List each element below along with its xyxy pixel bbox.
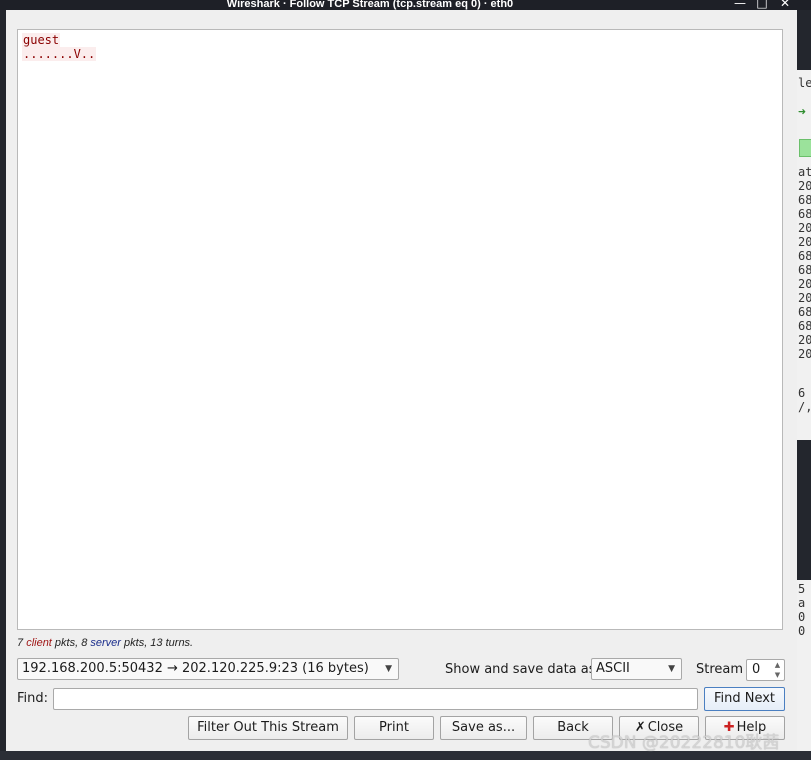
bg-text: 6 <box>798 386 806 400</box>
spin-up-icon[interactable]: ▲ <box>772 660 783 670</box>
arrow-right-icon: ➜ <box>798 105 806 120</box>
title-bar: Wireshark · Follow TCP Stream (tcp.strea… <box>0 0 811 10</box>
stream-number-label: Stream <box>696 662 744 677</box>
bg-text: 20 <box>798 221 811 235</box>
bg-text: at <box>798 165 811 179</box>
bg-text: 20 <box>798 291 811 305</box>
bg-text: a <box>798 596 806 610</box>
bg-text: 20 <box>798 179 811 193</box>
client-label: client <box>26 637 52 649</box>
bg-text: 68 <box>798 193 811 207</box>
stream-chunk-text: .......V.. <box>22 47 97 61</box>
find-label: Find: <box>17 691 49 706</box>
bg-text: 68 <box>798 305 811 319</box>
bg-text: 5 <box>798 582 806 596</box>
stream-chunk-client: .......V.. <box>22 47 782 61</box>
bg-dark-band <box>797 440 811 580</box>
watermark: CSDN @20222810耿茜 <box>588 733 780 753</box>
conversation-select[interactable]: 192.168.200.5:50432 → 202.120.225.9:23 (… <box>17 658 399 680</box>
window-title: Wireshark · Follow TCP Stream (tcp.strea… <box>226 0 514 10</box>
bg-text: /, <box>798 400 811 414</box>
bg-dark-band <box>797 10 811 70</box>
bg-text: 68 <box>798 263 811 277</box>
print-button[interactable]: Print <box>354 716 434 740</box>
bg-text: 0 <box>798 610 806 624</box>
spin-down-icon[interactable]: ▼ <box>772 670 783 680</box>
bg-text: 0 <box>798 624 806 638</box>
client-count: 7 <box>17 637 24 649</box>
server-label: server <box>90 637 121 649</box>
stream-number-spinbox[interactable]: 0 ▲ ▼ <box>746 659 785 681</box>
conversation-select-value: 192.168.200.5:50432 → 202.120.225.9:23 (… <box>22 661 369 676</box>
bg-text: 20 <box>798 333 811 347</box>
stream-stats: 7 client pkts, 8 server pkts, 13 turns. <box>17 637 193 649</box>
background-app-strip: le ➜ at 20 68 68 20 20 68 68 20 20 68 68… <box>797 10 811 760</box>
save-as-button[interactable]: Save as... <box>440 716 527 740</box>
filter-out-stream-button[interactable]: Filter Out This Stream <box>188 716 348 740</box>
chevron-down-icon: ▼ <box>385 664 392 674</box>
stream-number-value: 0 <box>752 662 761 677</box>
bg-text: 20 <box>798 347 811 361</box>
follow-tcp-stream-dialog: guest .......V.. 7 client pkts, 8 server… <box>6 10 797 751</box>
bg-text: 68 <box>798 207 811 221</box>
bg-text: 68 <box>798 249 811 263</box>
find-input[interactable] <box>53 688 698 710</box>
close-window-button[interactable]: ✕ <box>778 0 792 10</box>
bg-text: 20 <box>798 277 811 291</box>
find-next-button[interactable]: Find Next <box>704 687 785 711</box>
data-format-value: ASCII <box>596 661 630 676</box>
maximize-button[interactable]: □ <box>755 0 769 10</box>
bg-text: le <box>798 76 811 90</box>
bg-green-filter-bar <box>799 139 811 157</box>
stats-text: pkts, 8 <box>51 637 91 649</box>
stream-chunk-text: guest <box>22 33 61 47</box>
bg-text: 20 <box>798 235 811 249</box>
stats-text: pkts, 13 turns. <box>120 637 194 649</box>
bg-text: 68 <box>798 319 811 333</box>
chevron-down-icon: ▼ <box>668 664 675 674</box>
minimize-button[interactable]: — <box>733 0 747 10</box>
stream-chunk-client: guest <box>22 33 782 47</box>
show-save-label: Show and save data as <box>445 662 596 677</box>
stream-content-view[interactable]: guest .......V.. <box>17 29 783 630</box>
data-format-select[interactable]: ASCII ▼ <box>591 658 682 680</box>
